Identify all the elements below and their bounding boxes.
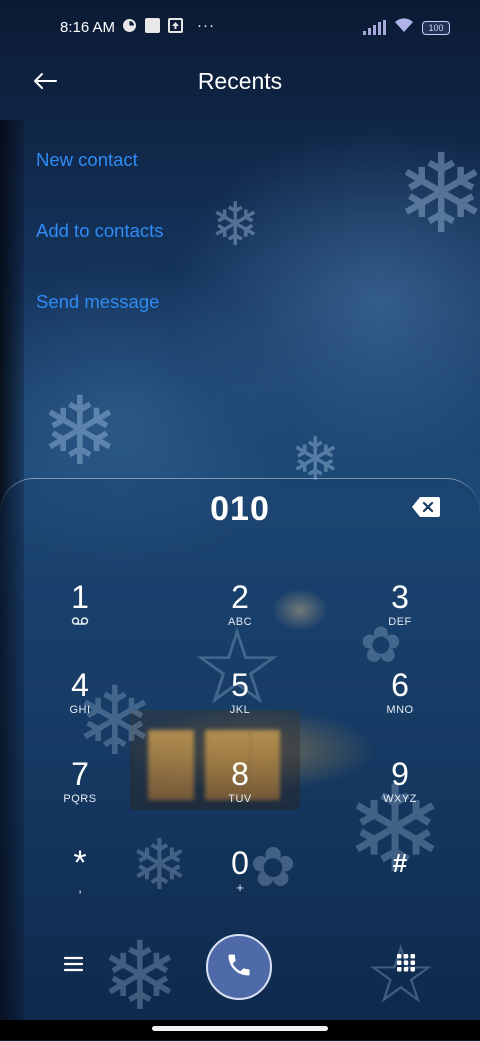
key-letters: WXYZ [383, 793, 417, 805]
key-digit: 8 [231, 756, 249, 792]
data-saver-icon [122, 18, 137, 33]
dialed-number: 010 [210, 490, 270, 528]
key-1[interactable]: 1 [30, 580, 130, 660]
key-digit: 3 [391, 579, 409, 615]
key-digit: 2 [231, 579, 249, 615]
add-to-contacts-link[interactable]: Add to contacts [36, 220, 164, 242]
key-digit: 1 [71, 579, 89, 615]
page-title: Recents [197, 68, 283, 94]
notification-square-icon [145, 18, 160, 33]
key-letters: JKL [229, 704, 251, 716]
home-indicator[interactable] [152, 1026, 328, 1031]
status-time: 8:16 AM [60, 19, 116, 36]
key-star[interactable]: * , [30, 846, 130, 926]
hamburger-menu-icon[interactable] [62, 952, 86, 976]
key-digit: 9 [391, 756, 409, 792]
key-letters: DEF [388, 616, 412, 628]
key-8[interactable]: 8 TUV [190, 757, 290, 837]
key-4[interactable]: 4 GHI [30, 668, 130, 748]
snowflake-decoration: ❄ [40, 379, 120, 485]
key-digit: 0 [231, 845, 249, 881]
key-6[interactable]: 6 MNO [350, 668, 450, 748]
dialpad-icon[interactable] [394, 952, 418, 976]
battery-icon: 100 [422, 20, 450, 35]
key-digit: 4 [71, 667, 89, 703]
more-status-icon: ··· [197, 17, 215, 34]
key-digit: 6 [391, 667, 409, 703]
key-symbol: + [236, 880, 244, 895]
key-digit: 7 [71, 756, 89, 792]
status-bar: 8:16 AM ··· 100 [0, 0, 480, 56]
key-letters: MNO [386, 704, 414, 716]
key-digit: * [73, 844, 87, 882]
key-digit: 5 [231, 667, 249, 703]
voicemail-icon [30, 616, 130, 629]
key-letters: PQRS [63, 793, 97, 805]
phone-icon [225, 951, 253, 984]
key-9[interactable]: 9 WXYZ [350, 757, 450, 837]
key-digit: # [392, 848, 408, 878]
new-contact-link[interactable]: New contact [36, 149, 138, 171]
snowflake-decoration: ❄ [395, 133, 480, 256]
key-hash[interactable]: # [350, 846, 450, 926]
signal-icon [363, 19, 386, 35]
snowflake-decoration: ❄ [210, 191, 261, 258]
key-3[interactable]: 3 DEF [350, 580, 450, 660]
key-letters: TUV [228, 793, 252, 805]
wifi-icon [394, 18, 414, 37]
call-button[interactable] [206, 934, 272, 1000]
send-message-link[interactable]: Send message [36, 291, 159, 313]
key-5[interactable]: 5 JKL [190, 668, 290, 748]
key-letters: ABC [227, 616, 253, 628]
key-0[interactable]: 0 + [190, 846, 290, 926]
key-2[interactable]: 2 ABC [190, 580, 290, 660]
backspace-icon[interactable] [411, 496, 441, 518]
key-7[interactable]: 7 PQRS [30, 757, 130, 837]
key-symbol: , [78, 880, 82, 895]
key-letters: GHI [69, 704, 91, 716]
upload-icon [168, 18, 183, 33]
